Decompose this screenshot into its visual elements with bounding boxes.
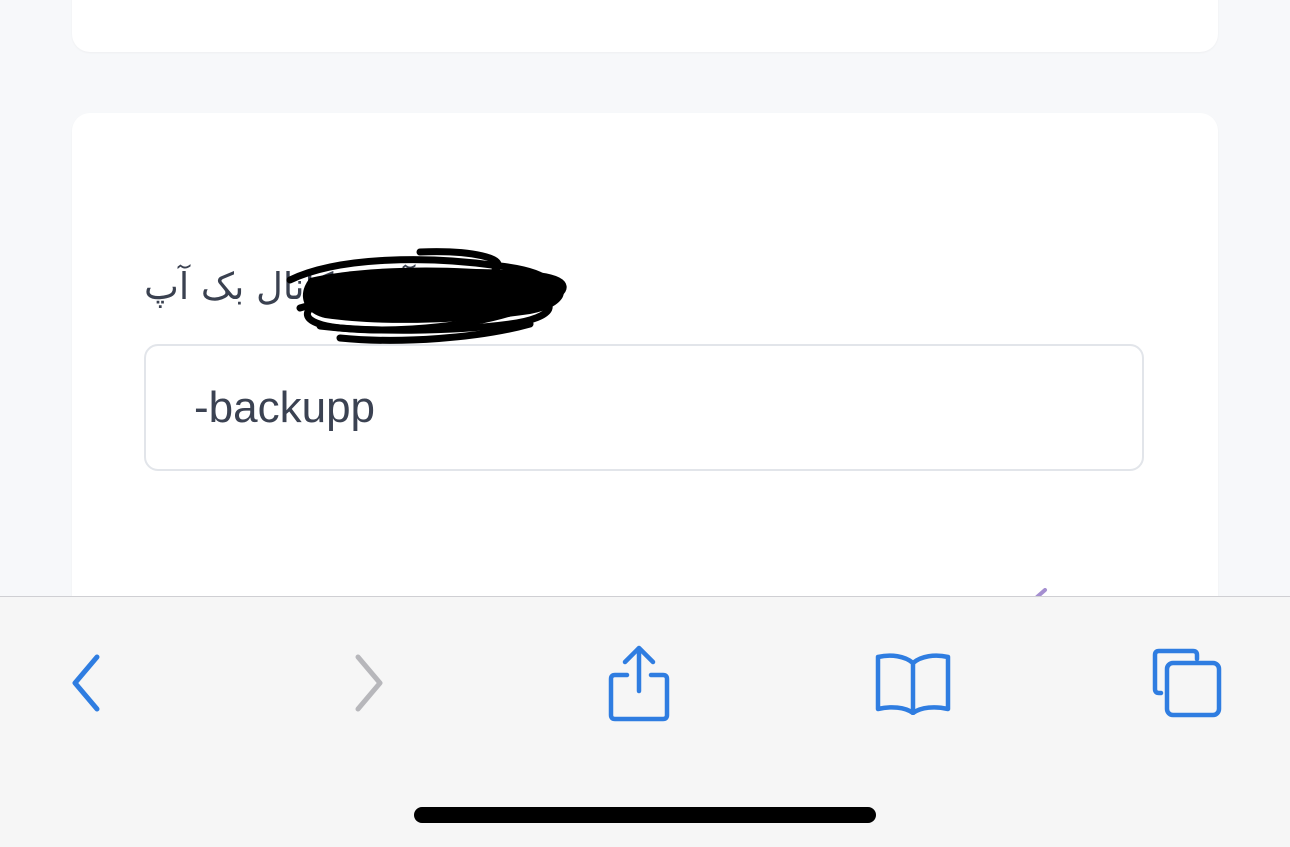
back-button[interactable] bbox=[37, 633, 137, 733]
home-indicator bbox=[414, 807, 876, 823]
previous-card bbox=[72, 0, 1218, 52]
book-icon bbox=[875, 653, 951, 715]
chevron-right-icon bbox=[355, 654, 383, 712]
chevron-left-icon bbox=[72, 654, 100, 712]
forward-button[interactable] bbox=[318, 633, 418, 733]
browser-toolbar bbox=[0, 596, 1290, 847]
bookmarks-button[interactable] bbox=[863, 633, 963, 733]
tabs-button[interactable] bbox=[1137, 633, 1237, 733]
share-button[interactable] bbox=[589, 633, 689, 733]
backup-channel-label: آیدی کانال بک آپ bbox=[144, 265, 415, 308]
backup-channel-input[interactable] bbox=[144, 344, 1144, 471]
tabs-icon bbox=[1152, 648, 1222, 718]
share-icon bbox=[608, 645, 670, 722]
